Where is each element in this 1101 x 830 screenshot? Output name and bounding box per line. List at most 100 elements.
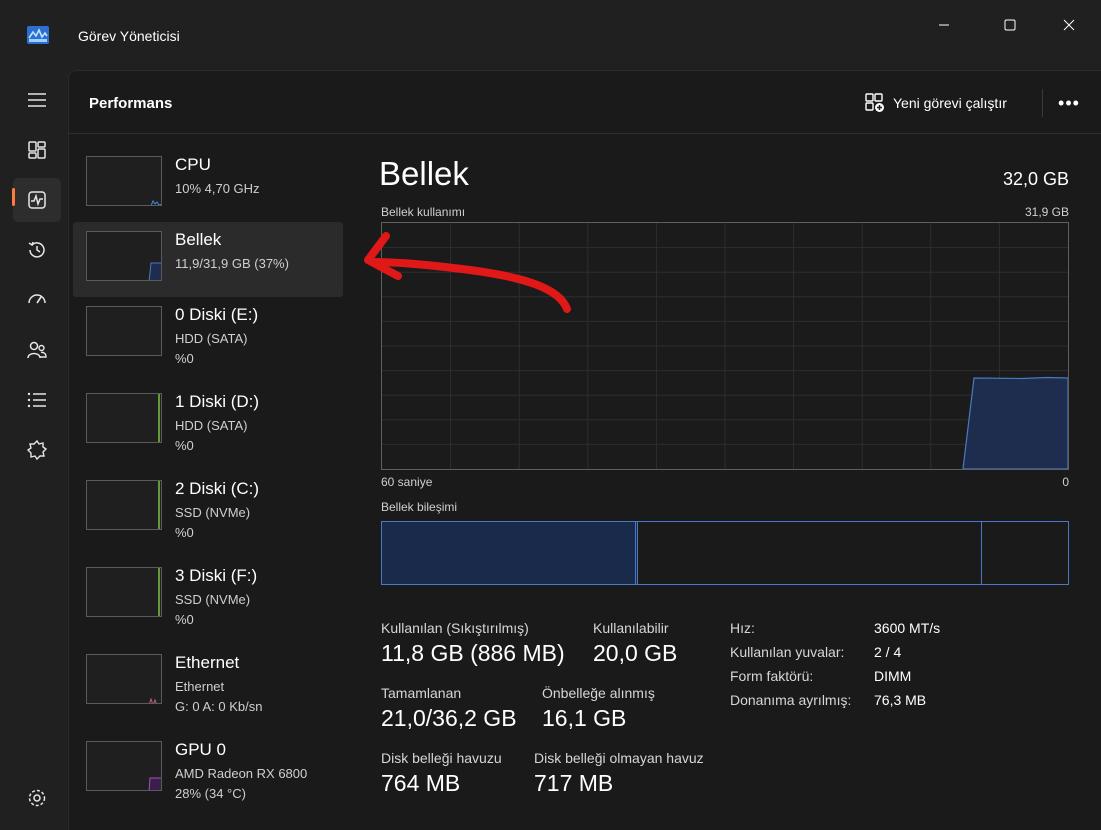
device-thumbnail-graph (86, 306, 162, 356)
device-name: 1 Diski (D:) (175, 392, 260, 411)
run-new-task-label: Yeni görevi çalıştır (893, 95, 1007, 111)
detail-title: Bellek (379, 155, 469, 192)
nav-services[interactable] (13, 428, 61, 472)
title-bar: Görev Yöneticisi (0, 0, 1101, 70)
device-name: Bellek (175, 230, 222, 249)
device-usage: %0 (175, 351, 194, 366)
device-detail: SSD (NVMe) (175, 592, 251, 607)
device-detail: HDD (SATA) (175, 418, 248, 433)
device-name: GPU 0 (175, 740, 227, 759)
memory-usage-graph (381, 222, 1069, 470)
hardware-reserved-value: 76,3 MB (874, 692, 927, 708)
slots-used-label: Kullanılan yuvalar: (730, 644, 845, 660)
settings-icon (28, 789, 46, 807)
slots-used-value: 2 / 4 (874, 644, 902, 660)
window-title: Görev Yöneticisi (78, 28, 180, 44)
device-item-cpu[interactable]: CPU 10% 4,70 GHz (73, 147, 343, 222)
available-label: Kullanılabilir (593, 620, 669, 636)
close-button[interactable] (1054, 14, 1084, 36)
nav-performance[interactable] (13, 178, 61, 222)
startup-apps-icon (28, 294, 46, 304)
more-options-button[interactable]: ••• (1055, 89, 1083, 117)
device-usage: %0 (175, 612, 194, 627)
nav-settings[interactable] (13, 776, 61, 820)
memory-usage-graph-svg (382, 223, 1069, 470)
nav-startup-apps[interactable] (13, 278, 61, 322)
paged-pool-value: 764 MB (381, 770, 461, 796)
page-title: Performans (89, 95, 173, 112)
maximize-icon (1004, 19, 1016, 31)
speed-label: Hız: (730, 620, 755, 636)
device-item-disk-2[interactable]: 2 Diski (C:) SSD (NVMe) %0 (73, 471, 343, 546)
app-history-icon (28, 241, 45, 258)
device-item-ethernet[interactable]: Ethernet Ethernet G: 0 A: 0 Kb/sn (73, 645, 343, 720)
device-item-disk-0[interactable]: 0 Diski (E:) HDD (SATA) %0 (73, 297, 343, 372)
device-item-memory[interactable]: Bellek 11,9/31,9 GB (37%) (73, 222, 343, 297)
active-nav-indicator (12, 188, 15, 206)
non-paged-pool-value: 717 MB (534, 770, 614, 796)
composition-label: Bellek bileşimi (381, 500, 458, 514)
form-factor-value: DIMM (874, 668, 912, 684)
page-header: Performans Yeni görevi çalıştır ••• (69, 71, 1101, 134)
non-paged-pool-label: Disk belleği olmayan havuz (534, 750, 704, 766)
usage-graph-label: Bellek kullanımı (381, 205, 466, 219)
hamburger-menu-button[interactable] (13, 78, 61, 122)
more-options-icon: ••• (1058, 92, 1080, 113)
device-detail: SSD (NVMe) (175, 505, 251, 520)
device-usage: %0 (175, 438, 194, 453)
memory-composition-bar (381, 521, 1069, 585)
device-usage: %0 (175, 525, 194, 540)
device-detail: 11,9/31,9 GB (37%) (175, 256, 289, 271)
minimize-button[interactable] (929, 14, 959, 36)
navigation-rail (0, 70, 68, 830)
run-new-task-button[interactable]: Yeni görevi çalıştır (865, 91, 1007, 115)
nav-app-history[interactable] (13, 228, 61, 272)
device-item-disk-3[interactable]: 3 Diski (F:) SSD (NVMe) %0 (73, 558, 343, 633)
graph-time-right: 0 (1062, 475, 1069, 489)
device-name: 2 Diski (C:) (175, 479, 260, 498)
available-value: 20,0 GB (593, 640, 678, 666)
device-thumbnail-graph (86, 567, 162, 617)
cached-value: 16,1 GB (542, 705, 627, 731)
memory-total: 32,0 GB (1002, 169, 1069, 189)
device-thumbnail-graph (86, 480, 162, 530)
hardware-reserved-label: Donanıma ayrılmış: (730, 692, 852, 708)
performance-page: Performans Yeni görevi çalıştır ••• CPU … (68, 70, 1101, 830)
header-divider (1042, 89, 1043, 117)
in-use-value: 11,8 GB (886 MB) (381, 640, 565, 666)
nav-users[interactable] (13, 328, 61, 372)
close-icon (1063, 19, 1075, 31)
device-usage: G: 0 A: 0 Kb/sn (175, 699, 263, 714)
users-icon (27, 341, 47, 359)
run-new-task-icon (865, 93, 884, 112)
details-icon (27, 392, 46, 408)
usage-graph-max: 31,9 GB (1024, 205, 1069, 219)
device-name: CPU (175, 155, 211, 174)
device-detail: 10% 4,70 GHz (175, 181, 260, 196)
device-item-disk-1[interactable]: 1 Diski (D:) HDD (SATA) %0 (73, 384, 343, 459)
device-thumbnail-graph (86, 156, 162, 206)
device-usage: 28% (34 °C) (175, 786, 246, 801)
committed-label: Tamamlanan (381, 685, 462, 701)
device-thumbnail-graph (86, 654, 162, 704)
nav-processes[interactable] (13, 128, 61, 172)
maximize-button[interactable] (995, 14, 1025, 36)
composition-standby (638, 522, 982, 584)
composition-free (982, 522, 1068, 584)
minimize-icon (939, 24, 949, 26)
form-factor-label: Form faktörü: (730, 668, 814, 684)
device-detail: AMD Radeon RX 6800 (175, 766, 308, 781)
paged-pool-label: Disk belleği havuzu (381, 750, 502, 766)
cached-label: Önbelleğe alınmış (542, 685, 655, 701)
device-detail: Ethernet (175, 679, 225, 694)
device-thumbnail-graph (86, 393, 162, 443)
device-item-gpu-0[interactable]: GPU 0 AMD Radeon RX 6800 28% (34 °C) (73, 732, 343, 807)
nav-details[interactable] (13, 378, 61, 422)
device-name: 0 Diski (E:) (175, 305, 259, 324)
task-manager-window: Görev Yöneticisi Performans Yeni görevi … (0, 0, 1101, 830)
in-use-label: Kullanılan (Sıkıştırılmış) (381, 620, 529, 636)
graph-time-left: 60 saniye (381, 475, 433, 489)
composition-in-use (382, 522, 636, 584)
performance-icon (28, 191, 46, 209)
device-name: Ethernet (175, 653, 240, 672)
